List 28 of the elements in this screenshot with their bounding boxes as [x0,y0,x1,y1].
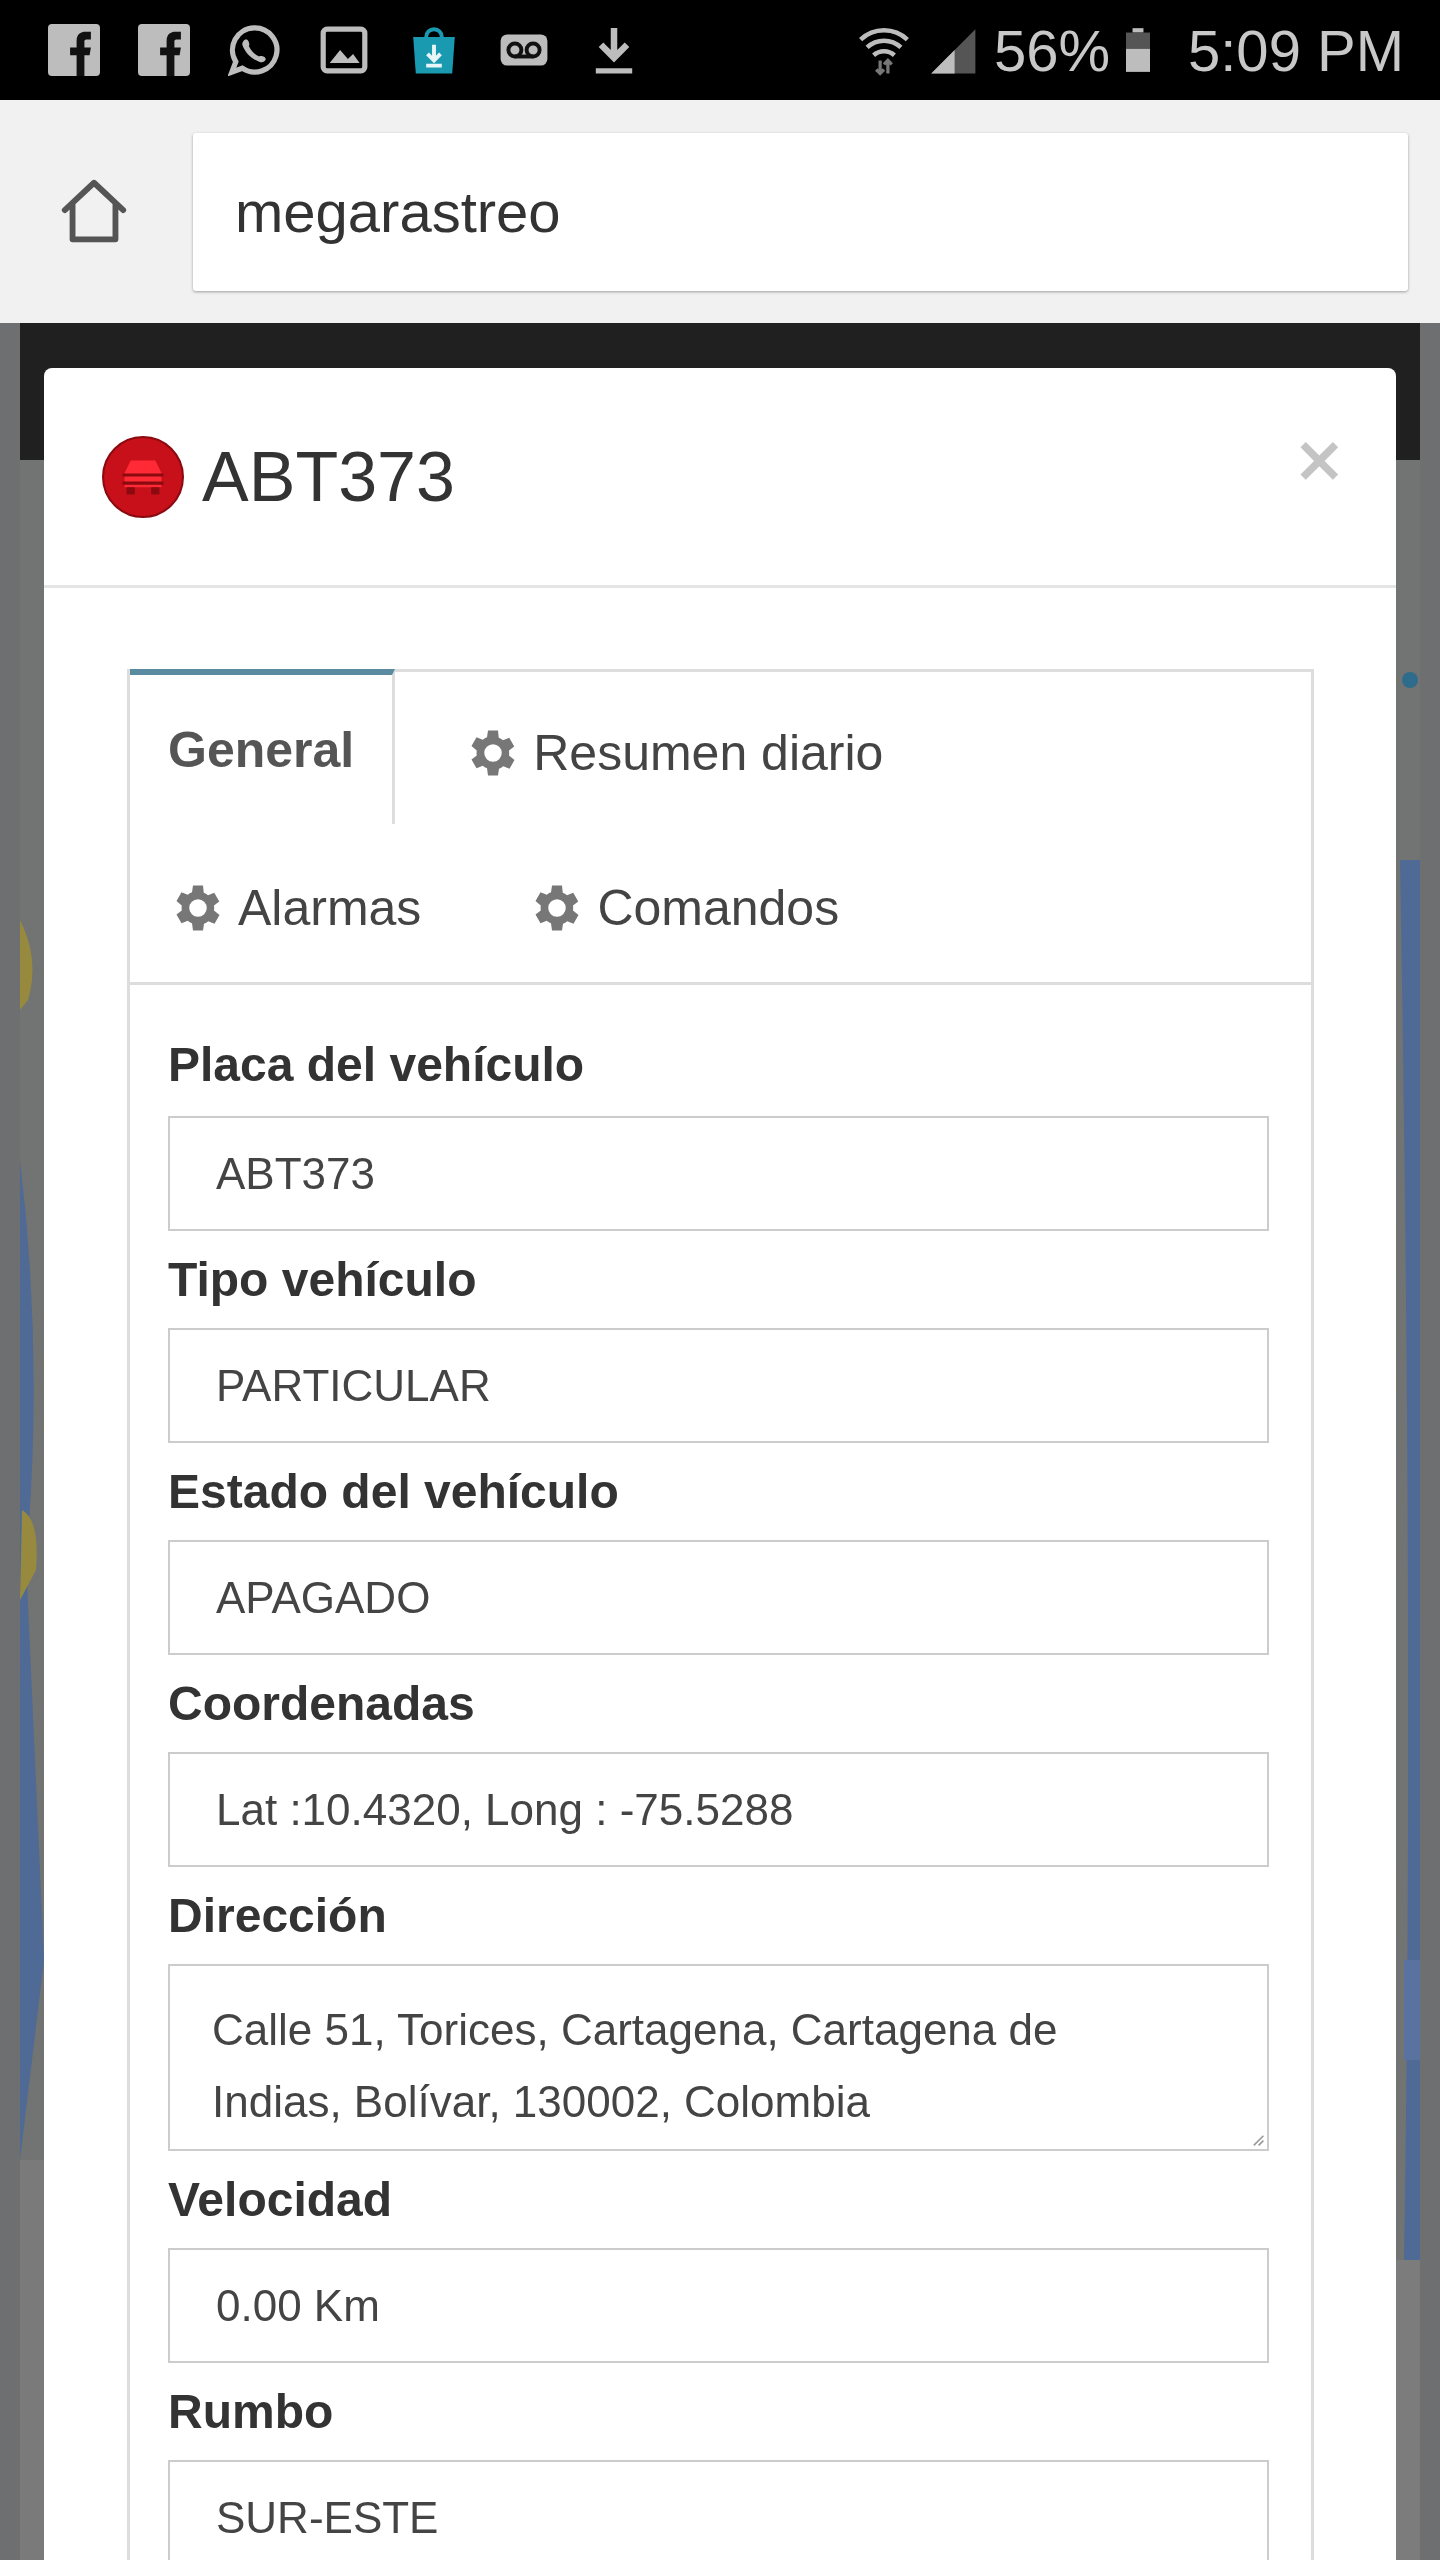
field-label: Velocidad [168,2172,394,2228]
tab[interactable]: Comandos [489,827,878,982]
address-textarea[interactable]: Calle 51, Torices, Cartagena, Cartagena de Indias, Bolívar, 130002, Colombia [168,1964,1269,2151]
input-field[interactable]: ABT373 [168,1116,1269,1231]
facebook-icon [48,24,100,76]
field-label: Dirección [168,1888,388,1944]
dialog-title: ABT373 [202,436,456,517]
facebook-icon [138,24,190,76]
input-field[interactable]: 0.00 Km [168,2248,1269,2363]
input-field[interactable]: APAGADO [168,1540,1269,1655]
input-field[interactable]: SUR-ESTE [168,2460,1269,2560]
chat-bubble-icon [228,24,280,76]
field-label: Tipo vehículo [168,1252,478,1308]
field-label: Rumbo [168,2384,335,2440]
field-label: Estado del vehículo [168,1464,620,1520]
input-field[interactable]: Lat :10.4320, Long : -75.5288 [168,1752,1269,1867]
battery-icon [1126,27,1150,73]
battery-percentage: 56% [993,16,1110,84]
field-label: Placa del vehículo [168,1037,586,1093]
image-icon [318,24,370,76]
tab[interactable]: Resumen diario [425,672,922,827]
input-field[interactable]: PARTICULAR [168,1328,1269,1443]
tab[interactable]: Alarmas [130,827,460,982]
car-icon [102,435,184,518]
address-field[interactable]: megarastreo [193,132,1408,291]
tab[interactable]: General [130,669,396,824]
clock-time: 5:09 PM [1188,16,1404,84]
field-label: Coordenadas [168,1676,476,1732]
